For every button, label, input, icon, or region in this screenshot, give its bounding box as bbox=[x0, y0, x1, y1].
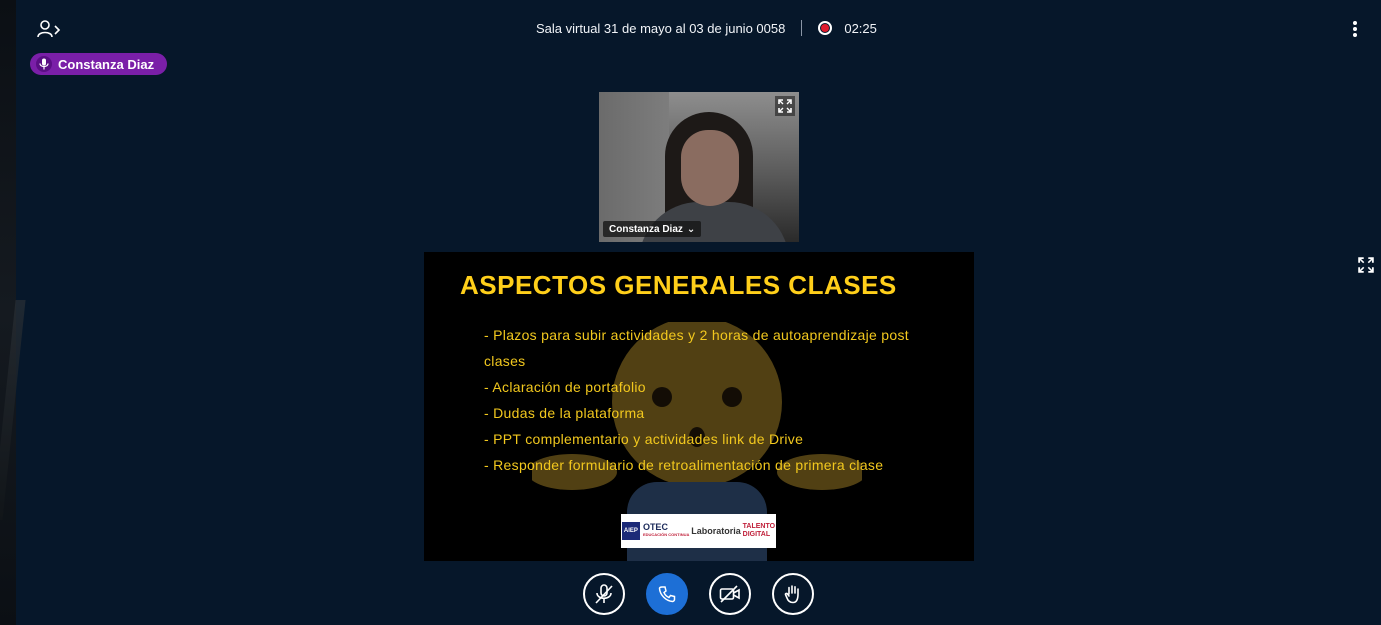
slide-bullet: - Plazos para subir actividades y 2 hora… bbox=[484, 327, 909, 369]
kebab-menu-icon bbox=[1353, 21, 1357, 37]
otec-subtitle: EDUCACIÓN CONTINUA bbox=[642, 532, 690, 537]
user-list-icon bbox=[37, 20, 61, 38]
webcam-video[interactable]: Constanza Diaz ⌄ bbox=[599, 92, 799, 242]
slide-bullet: - Aclaración de portafolio bbox=[484, 379, 646, 395]
options-menu-button[interactable] bbox=[1347, 18, 1363, 40]
presentation-fullscreen-button[interactable] bbox=[1355, 254, 1377, 276]
raise-hand-button[interactable] bbox=[772, 573, 814, 615]
mic-off-icon bbox=[595, 584, 613, 604]
recording-indicator-icon[interactable] bbox=[818, 21, 833, 35]
slide-bullet: - PPT complementario y actividades link … bbox=[484, 431, 804, 447]
microphone-icon bbox=[36, 56, 52, 72]
chevron-down-icon: ⌄ bbox=[686, 223, 696, 235]
slide-bullet: - Responder formulario de retroalimentac… bbox=[484, 457, 884, 473]
webcam-fullscreen-button[interactable] bbox=[775, 96, 795, 116]
meeting-title: Sala virtual 31 de mayo al 03 de junio 0… bbox=[536, 20, 786, 36]
slide-bullet-list: - Plazos para subir actividades y 2 hora… bbox=[484, 322, 944, 478]
presentation-slide: ASPECTOS GENERALES CLASES - Plazos para … bbox=[424, 252, 974, 561]
otec-logo: AIEP OTEC EDUCACIÓN CONTINUA bbox=[621, 522, 690, 540]
toggle-user-list-button[interactable] bbox=[36, 18, 62, 40]
sponsor-logos: AIEP OTEC EDUCACIÓN CONTINUA Laboratoria… bbox=[621, 514, 776, 548]
header-divider bbox=[801, 20, 803, 36]
unmute-button[interactable] bbox=[583, 573, 625, 615]
top-bar: Sala virtual 31 de mayo al 03 de junio 0… bbox=[16, 0, 1381, 56]
talker-name: Constanza Diaz bbox=[58, 56, 155, 72]
meeting-header: Sala virtual 31 de mayo al 03 de junio 0… bbox=[536, 18, 877, 38]
laboratoria-logo: Laboratoria bbox=[691, 526, 741, 536]
talking-indicator[interactable]: Constanza Diaz bbox=[30, 53, 168, 75]
leave-audio-button[interactable] bbox=[646, 573, 688, 615]
slide-title: ASPECTOS GENERALES CLASES bbox=[460, 270, 897, 300]
side-panel-edge bbox=[0, 0, 16, 625]
talento-digital-logo: TALENTO DIGITAL bbox=[743, 523, 775, 539]
webcam-user-dropdown[interactable]: Constanza Diaz ⌄ bbox=[603, 221, 702, 237]
raise-hand-icon bbox=[784, 585, 799, 604]
talento-digital-line1: TALENTO bbox=[742, 523, 776, 530]
recording-timer: 02:25 bbox=[844, 20, 877, 36]
otec-title: OTEC bbox=[642, 522, 668, 532]
aiep-badge: AIEP bbox=[621, 522, 640, 540]
action-bar bbox=[583, 573, 814, 615]
phone-icon bbox=[658, 586, 676, 603]
webcam-user-name: Constanza Diaz bbox=[609, 223, 683, 235]
camera-off-icon bbox=[719, 585, 740, 603]
fullscreen-icon bbox=[778, 99, 792, 113]
slide-bullet: - Dudas de la plataforma bbox=[484, 405, 645, 421]
webcam-person-face bbox=[681, 130, 739, 206]
share-webcam-button[interactable] bbox=[709, 573, 751, 615]
fullscreen-icon bbox=[1358, 257, 1374, 273]
talento-digital-line2: DIGITAL bbox=[742, 531, 771, 538]
